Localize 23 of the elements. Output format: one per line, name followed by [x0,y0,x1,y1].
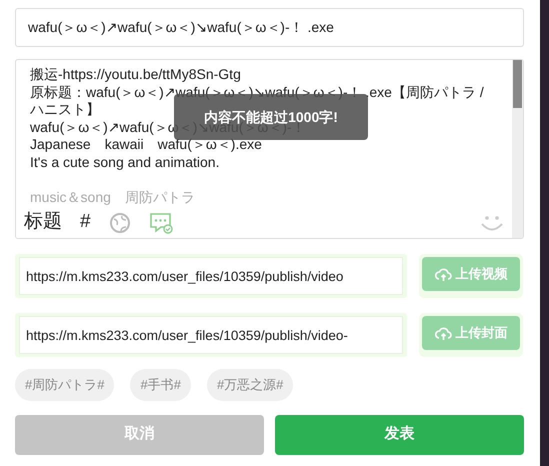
content-line: It's a cute song and animation. [30,154,220,171]
globe-icon[interactable] [108,212,131,234]
scrollbar[interactable] [512,60,523,238]
chat-icon[interactable] [148,212,173,234]
content-line: music＆song 周防パトラ [30,188,195,206]
url-field[interactable]: https://m.kms233.com/user_files/10359/publish/video [19,257,403,295]
content-field[interactable] [15,59,524,239]
upload-button[interactable]: 上传封面 [422,316,520,350]
content-line: 搬运-https://youtu.be/ttMy8Sn-Gtg [30,66,241,84]
content-line: Japanese kawaii wafu(＞ω＜).exe [30,136,262,154]
hashtag-chip[interactable]: #万恶之源# [206,369,294,400]
hashtag-chip[interactable]: #手书# [130,369,191,400]
upload-button[interactable]: 上传视频 [422,257,520,291]
publish-button[interactable]: 发表 [275,414,524,454]
title-tool[interactable]: 标题 [24,208,62,237]
title-field[interactable]: wafu(＞ω＜)↗wafu(＞ω＜)↘wafu(＞ω＜)-！ .exe [15,8,524,47]
cloud-upload-icon [434,266,452,282]
hashtag-tool[interactable]: # [80,208,91,237]
cancel-button[interactable]: 取消 [15,414,264,454]
content-line: ハニスト】 [30,101,100,118]
url-field[interactable]: https://m.kms233.com/user_files/10359/publish/video- [19,316,403,354]
cloud-upload-icon [434,326,452,340]
hashtag-chip[interactable]: #周防パトラ# [15,369,114,400]
